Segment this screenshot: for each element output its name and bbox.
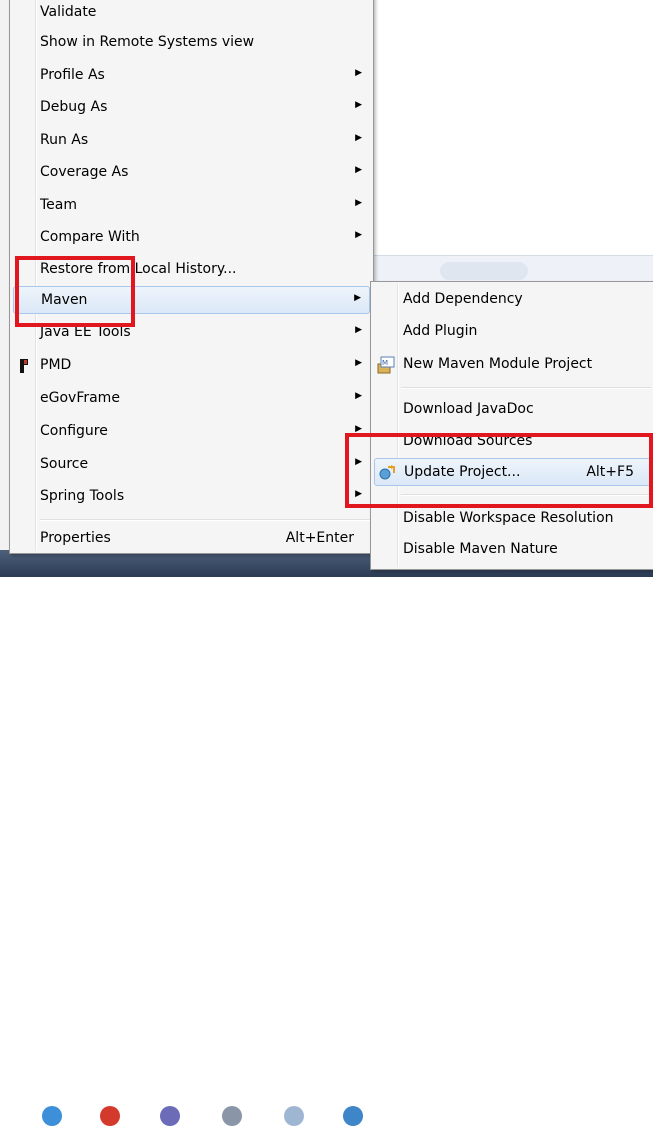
menu-item-validate[interactable]: Validate [13, 0, 370, 27]
menu-item-egovframe[interactable]: eGovFrame ▶ [13, 385, 370, 413]
menu-separator [401, 387, 651, 389]
menu-item-spring-tools[interactable]: Spring Tools ▶ [13, 483, 370, 511]
maven-highlight-box [15, 256, 135, 327]
menu-item-disable-workspace-resolution[interactable]: Disable Workspace Resolution [374, 505, 651, 533]
menu-item-new-maven-module-project[interactable]: M New Maven Module Project [374, 351, 651, 379]
submenu-arrow-icon: ▶ [355, 230, 362, 240]
submenu-arrow-icon: ▶ [355, 198, 362, 208]
menu-item-accelerator: Alt+Enter [285, 530, 354, 546]
menu-item-compare-with[interactable]: Compare With ▶ [13, 224, 370, 252]
menu-separator [40, 519, 370, 521]
maven-module-icon: M [377, 356, 395, 374]
menu-item-disable-maven-nature[interactable]: Disable Maven Nature [374, 536, 651, 564]
svg-text:M: M [382, 359, 388, 367]
submenu-arrow-icon: ▶ [355, 68, 362, 78]
menu-item-debug-as[interactable]: Debug As ▶ [13, 94, 370, 122]
menu-item-show-in-remote-systems-view[interactable]: Show in Remote Systems view [13, 29, 370, 57]
menu-item-source[interactable]: Source ▶ [13, 451, 370, 479]
taskbar-app-icon[interactable] [222, 1106, 242, 1126]
menu-item-label: Coverage As [40, 164, 129, 180]
menu-item-label: Spring Tools [40, 488, 125, 504]
submenu-arrow-icon: ▶ [355, 358, 362, 368]
menu-item-label: Validate [40, 4, 97, 20]
submenu-arrow-icon: ▶ [354, 293, 361, 303]
menu-item-label: Properties [40, 530, 111, 546]
taskbar-app-icon[interactable] [284, 1106, 304, 1126]
menu-item-label: PMD [40, 357, 72, 373]
menu-item-configure[interactable]: Configure ▶ [13, 418, 370, 446]
background-toolbar-field [440, 262, 528, 280]
menu-item-pmd[interactable]: PMD ▶ [13, 352, 370, 380]
menu-item-profile-as[interactable]: Profile As ▶ [13, 62, 370, 90]
maven-submenu: Add Dependency Add Plugin M New Maven Mo… [370, 281, 653, 570]
menu-item-label: Configure [40, 423, 108, 439]
menu-item-team[interactable]: Team ▶ [13, 192, 370, 220]
taskbar-app-icon[interactable] [100, 1106, 120, 1126]
menu-item-label: Debug As [40, 99, 108, 115]
menu-item-properties[interactable]: Properties Alt+Enter [13, 525, 370, 553]
menu-item-run-as[interactable]: Run As ▶ [13, 127, 370, 155]
update-project-highlight-box [345, 433, 653, 508]
menu-item-label: Disable Workspace Resolution [403, 510, 614, 526]
menu-item-label: Disable Maven Nature [403, 541, 558, 557]
submenu-arrow-icon: ▶ [355, 133, 362, 143]
menu-item-coverage-as[interactable]: Coverage As ▶ [13, 159, 370, 187]
menu-item-label: Run As [40, 132, 89, 148]
menu-item-label: Compare With [40, 229, 140, 245]
taskbar-app-icon[interactable] [343, 1106, 363, 1126]
menu-item-add-plugin[interactable]: Add Plugin [374, 318, 651, 346]
taskbar-app-icon[interactable] [160, 1106, 180, 1126]
menu-item-label: Source [40, 456, 89, 472]
menu-item-download-javadoc[interactable]: Download JavaDoc [374, 396, 651, 424]
submenu-arrow-icon: ▶ [355, 165, 362, 175]
taskbar-app-icon[interactable] [42, 1106, 62, 1126]
menu-item-label: Add Plugin [403, 323, 478, 339]
menu-item-label: Download JavaDoc [403, 401, 534, 417]
menu-item-label: Profile As [40, 67, 105, 83]
submenu-arrow-icon: ▶ [355, 100, 362, 110]
menu-item-label: Show in Remote Systems view [40, 34, 255, 50]
menu-item-label: Add Dependency [403, 291, 523, 307]
pmd-icon [16, 357, 34, 375]
menu-item-label: New Maven Module Project [403, 356, 593, 372]
submenu-arrow-icon: ▶ [355, 391, 362, 401]
menu-item-label: Team [40, 197, 78, 213]
menu-item-label: eGovFrame [40, 390, 120, 406]
submenu-arrow-icon: ▶ [355, 325, 362, 335]
menu-item-add-dependency[interactable]: Add Dependency [374, 286, 651, 314]
